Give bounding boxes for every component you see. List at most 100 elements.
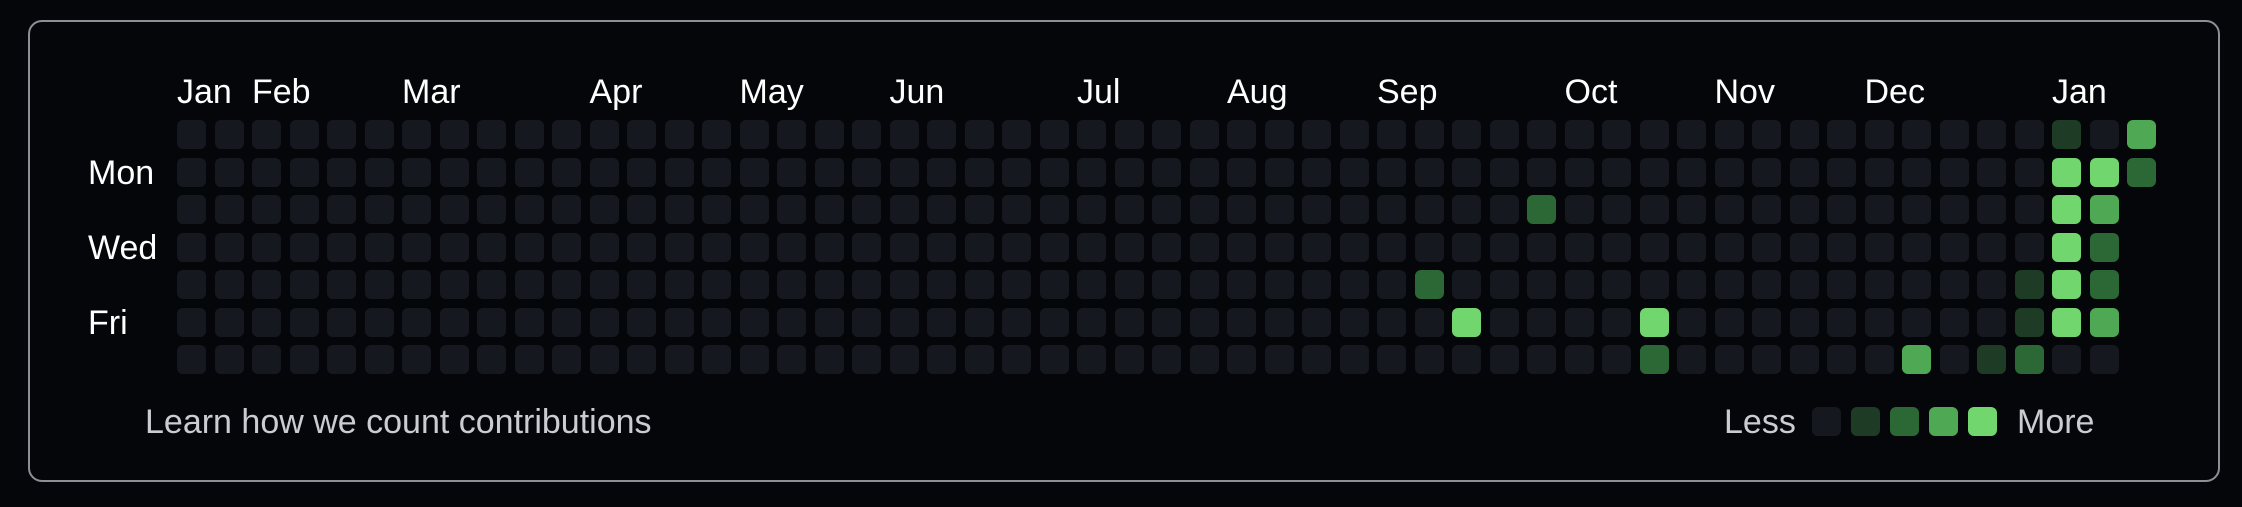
contribution-cell[interactable] bbox=[1977, 120, 2006, 149]
contribution-cell[interactable] bbox=[1152, 307, 1181, 337]
contribution-cell[interactable] bbox=[177, 345, 206, 374]
contribution-cell[interactable] bbox=[2089, 232, 2119, 262]
contribution-cell[interactable] bbox=[1902, 157, 1931, 187]
contribution-cell[interactable] bbox=[1264, 232, 1294, 262]
contribution-cell[interactable] bbox=[1077, 345, 1106, 374]
contribution-cell[interactable] bbox=[1114, 307, 1144, 337]
contribution-cell[interactable] bbox=[1452, 195, 1481, 224]
contribution-cell[interactable] bbox=[1527, 232, 1556, 262]
contribution-cell[interactable] bbox=[552, 307, 581, 337]
contribution-cell[interactable] bbox=[289, 345, 319, 374]
contribution-cell[interactable] bbox=[1039, 307, 1069, 337]
contribution-cell[interactable] bbox=[1752, 120, 1781, 149]
contribution-cell[interactable] bbox=[1677, 232, 1706, 262]
contribution-cell[interactable] bbox=[1714, 232, 1744, 262]
contribution-cell[interactable] bbox=[927, 345, 956, 374]
contribution-cell[interactable] bbox=[702, 120, 731, 149]
contribution-cell[interactable] bbox=[852, 307, 881, 337]
contribution-cell[interactable] bbox=[1114, 270, 1144, 299]
contribution-cell[interactable] bbox=[889, 345, 919, 374]
contribution-cell[interactable] bbox=[364, 232, 394, 262]
contribution-cell[interactable] bbox=[589, 157, 619, 187]
contribution-cell[interactable] bbox=[1077, 307, 1106, 337]
contribution-cell[interactable] bbox=[664, 157, 694, 187]
contribution-cell[interactable] bbox=[1264, 270, 1294, 299]
contribution-cell[interactable] bbox=[364, 157, 394, 187]
contribution-cell[interactable] bbox=[1939, 270, 1969, 299]
contribution-cell[interactable] bbox=[327, 157, 356, 187]
contribution-cell[interactable] bbox=[927, 195, 956, 224]
contribution-cell[interactable] bbox=[1039, 270, 1069, 299]
contribution-cell[interactable] bbox=[1489, 232, 1519, 262]
contribution-cell[interactable] bbox=[739, 307, 769, 337]
contribution-cell[interactable] bbox=[777, 157, 806, 187]
contribution-cell[interactable] bbox=[627, 195, 656, 224]
contribution-cell[interactable] bbox=[889, 157, 919, 187]
contribution-cell[interactable] bbox=[1114, 345, 1144, 374]
learn-how-we-count-link[interactable]: Learn how we count contributions bbox=[145, 402, 652, 442]
contribution-cell[interactable] bbox=[1939, 157, 1969, 187]
contribution-cell[interactable] bbox=[1639, 157, 1669, 187]
contribution-cell[interactable] bbox=[1602, 195, 1631, 224]
contribution-cell[interactable] bbox=[289, 232, 319, 262]
contribution-cell[interactable] bbox=[1489, 195, 1519, 224]
contribution-cell[interactable] bbox=[1827, 345, 1856, 374]
contribution-cell[interactable] bbox=[1077, 195, 1106, 224]
contribution-cell[interactable] bbox=[927, 307, 956, 337]
contribution-cell[interactable] bbox=[702, 270, 731, 299]
contribution-cell[interactable] bbox=[589, 232, 619, 262]
contribution-cell[interactable] bbox=[964, 307, 994, 337]
contribution-cell[interactable] bbox=[402, 232, 431, 262]
contribution-cell[interactable] bbox=[289, 307, 319, 337]
contribution-cell[interactable] bbox=[1864, 157, 1894, 187]
contribution-cell[interactable] bbox=[664, 232, 694, 262]
contribution-cell[interactable] bbox=[327, 120, 356, 149]
contribution-cell[interactable] bbox=[964, 232, 994, 262]
contribution-cell[interactable] bbox=[1152, 195, 1181, 224]
contribution-cell[interactable] bbox=[889, 270, 919, 299]
contribution-cell[interactable] bbox=[1152, 270, 1181, 299]
contribution-cell[interactable] bbox=[777, 120, 806, 149]
contribution-cell[interactable] bbox=[852, 232, 881, 262]
contribution-cell[interactable] bbox=[777, 345, 806, 374]
contribution-cell[interactable] bbox=[627, 307, 656, 337]
contribution-cell[interactable] bbox=[702, 157, 731, 187]
contribution-cell[interactable] bbox=[214, 157, 244, 187]
contribution-cell[interactable] bbox=[214, 120, 244, 149]
contribution-cell[interactable] bbox=[1302, 270, 1331, 299]
contribution-cell[interactable] bbox=[1377, 345, 1406, 374]
contribution-cell[interactable] bbox=[1002, 157, 1031, 187]
contribution-cell[interactable] bbox=[852, 345, 881, 374]
contribution-cell[interactable] bbox=[1864, 232, 1894, 262]
contribution-cell[interactable] bbox=[1939, 307, 1969, 337]
contribution-cell[interactable] bbox=[1752, 232, 1781, 262]
contribution-cell[interactable] bbox=[777, 270, 806, 299]
contribution-cell[interactable] bbox=[1302, 195, 1331, 224]
contribution-cell[interactable] bbox=[2052, 232, 2081, 262]
contribution-cell[interactable] bbox=[664, 120, 694, 149]
contribution-cell[interactable] bbox=[514, 232, 544, 262]
contribution-cell[interactable] bbox=[214, 307, 244, 337]
contribution-cell[interactable] bbox=[364, 120, 394, 149]
contribution-cell[interactable] bbox=[852, 270, 881, 299]
contribution-cell[interactable] bbox=[1114, 195, 1144, 224]
contribution-cell[interactable] bbox=[2089, 345, 2119, 374]
contribution-cell[interactable] bbox=[552, 157, 581, 187]
contribution-cell[interactable] bbox=[1677, 195, 1706, 224]
contribution-cell[interactable] bbox=[2052, 195, 2081, 224]
contribution-cell[interactable] bbox=[1452, 307, 1481, 337]
contribution-cell[interactable] bbox=[1302, 232, 1331, 262]
contribution-cell[interactable] bbox=[214, 232, 244, 262]
contribution-cell[interactable] bbox=[627, 232, 656, 262]
contribution-cell[interactable] bbox=[589, 345, 619, 374]
contribution-cell[interactable] bbox=[252, 157, 281, 187]
contribution-cell[interactable] bbox=[327, 232, 356, 262]
contribution-cell[interactable] bbox=[1977, 157, 2006, 187]
contribution-cell[interactable] bbox=[1002, 195, 1031, 224]
contribution-cell[interactable] bbox=[1302, 345, 1331, 374]
contribution-cell[interactable] bbox=[1452, 232, 1481, 262]
contribution-cell[interactable] bbox=[1264, 307, 1294, 337]
contribution-cell[interactable] bbox=[1377, 307, 1406, 337]
contribution-cell[interactable] bbox=[1864, 120, 1894, 149]
contribution-cell[interactable] bbox=[252, 345, 281, 374]
